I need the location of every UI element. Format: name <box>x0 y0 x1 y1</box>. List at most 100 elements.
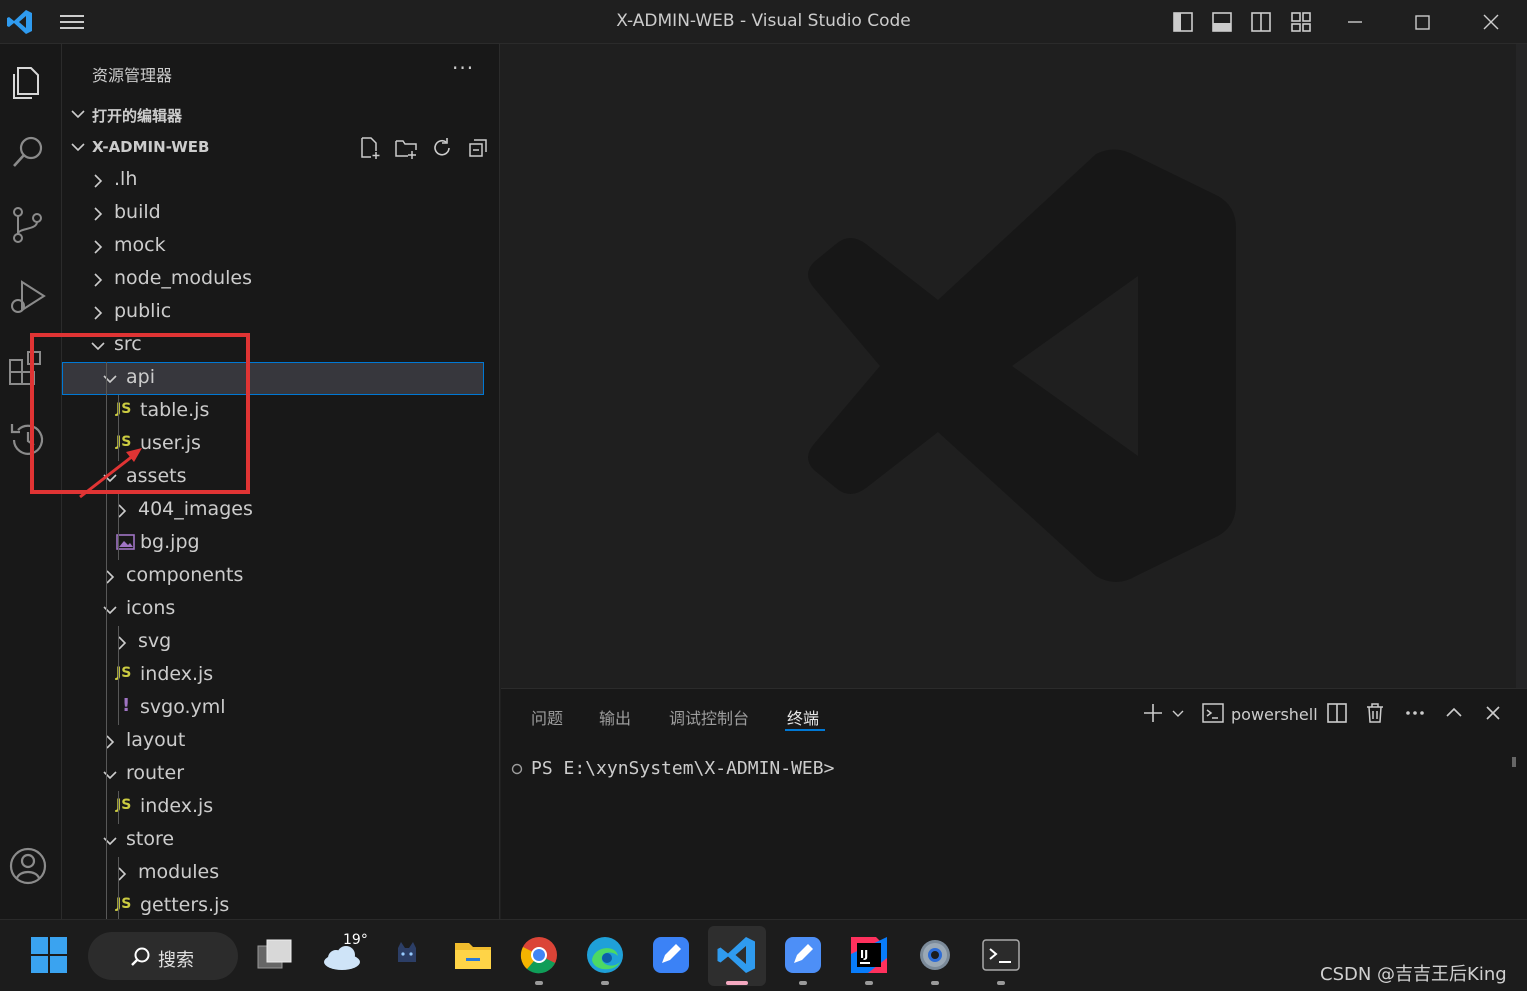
tree-folder-row[interactable]: mock <box>62 230 484 263</box>
weather-temperature: 19° <box>343 932 368 948</box>
more-actions-icon[interactable] <box>1403 701 1427 725</box>
new-terminal-icon[interactable] <box>1141 701 1165 725</box>
settings-icon[interactable] <box>914 934 956 976</box>
tree-item-label: mock <box>114 234 166 256</box>
chevron-down-icon <box>70 106 86 122</box>
project-label: X-ADMIN-WEB <box>92 138 210 156</box>
running-indicator <box>601 981 609 985</box>
terminal-prompt[interactable]: PS E:\xynSystem\X-ADMIN-WEB> <box>531 758 834 779</box>
tab-problems[interactable]: 问题 <box>531 705 563 729</box>
taskbar: 搜索 19° IJ CSDN @吉吉王后King <box>0 919 1527 991</box>
tree-folder-row[interactable]: public <box>62 296 484 329</box>
source-control-icon[interactable] <box>6 202 50 246</box>
open-editors-section[interactable]: 打开的编辑器 <box>62 100 499 130</box>
running-indicator <box>535 981 543 985</box>
chevron-right-icon <box>90 305 106 321</box>
windows-start-icon[interactable] <box>28 934 70 976</box>
title-bar: X-ADMIN-WEB - Visual Studio Code <box>0 0 1527 44</box>
customize-layout-icon[interactable] <box>1289 10 1313 34</box>
active-indicator <box>726 981 748 985</box>
tree-folder-row[interactable]: router <box>62 758 484 791</box>
tab-output[interactable]: 输出 <box>599 705 631 729</box>
taskbar-search[interactable]: 搜索 <box>88 932 238 980</box>
terminal-icon[interactable] <box>980 934 1022 976</box>
layout-sidebar-icon[interactable] <box>1171 10 1195 34</box>
tree-item-label: icons <box>126 597 176 619</box>
chevron-down-icon <box>102 602 118 618</box>
tree-item-label: components <box>126 564 244 586</box>
split-terminal-icon[interactable] <box>1325 701 1349 725</box>
tree-item-label: getters.js <box>140 894 230 916</box>
tree-item-label: .lh <box>114 168 138 190</box>
chevron-right-icon <box>114 503 130 519</box>
tree-item-label: bg.jpg <box>140 531 200 553</box>
chevron-right-icon <box>102 734 118 750</box>
chevron-down-icon[interactable] <box>1171 707 1185 721</box>
chevron-down-icon <box>70 139 86 155</box>
cat-app-icon[interactable] <box>386 934 428 976</box>
running-indicator <box>931 981 939 985</box>
tab-debug-console[interactable]: 调试控制台 <box>669 705 749 729</box>
file-explorer-icon[interactable] <box>452 934 494 976</box>
file-tree: .lh build mock node_modules public src api JS ta… <box>62 164 499 919</box>
tree-item-label: router <box>126 762 185 784</box>
terminal-scrollbar[interactable] <box>1512 757 1516 767</box>
tree-item-label: modules <box>138 861 220 883</box>
tree-folder-row[interactable]: build <box>62 197 484 230</box>
tree-folder-row[interactable]: icons <box>62 593 484 626</box>
layout-panel-icon[interactable] <box>1210 10 1234 34</box>
tree-folder-row[interactable]: layout <box>62 725 484 758</box>
tree-item-label: svgo.yml <box>140 696 226 718</box>
tree-folder-row[interactable]: svg <box>62 626 484 659</box>
maximize-panel-icon[interactable] <box>1442 701 1466 725</box>
chrome-icon[interactable] <box>518 934 560 976</box>
task-view-icon[interactable] <box>254 934 296 976</box>
tab-terminal[interactable]: 终端 <box>787 705 819 729</box>
refresh-icon[interactable] <box>430 136 454 160</box>
running-indicator <box>799 981 807 985</box>
note-app-2-icon[interactable] <box>782 934 824 976</box>
tree-file-row[interactable]: JS index.js <box>62 791 484 824</box>
tree-folder-row[interactable]: components <box>62 560 484 593</box>
intellij-icon[interactable]: IJ <box>848 934 890 976</box>
note-app-icon[interactable] <box>650 934 692 976</box>
new-file-icon[interactable] <box>358 136 382 160</box>
tree-folder-row[interactable]: modules <box>62 857 484 890</box>
collapse-all-icon[interactable] <box>466 136 490 160</box>
minimize-icon[interactable] <box>1343 10 1367 34</box>
vscode-icon[interactable] <box>716 934 758 976</box>
search-icon[interactable] <box>6 130 50 174</box>
bottom-panel: 问题 输出 调试控制台 终端 powershell PS E:\xynSyste… <box>501 688 1527 919</box>
editor-scrollbar[interactable] <box>1516 44 1527 688</box>
chevron-right-icon <box>90 272 106 288</box>
explorer-title: 资源管理器 <box>92 66 173 85</box>
active-tab-indicator <box>785 729 825 731</box>
chevron-right-icon <box>90 206 106 222</box>
vscode-watermark-icon <box>806 148 1236 584</box>
terminal-status-circle-icon <box>511 763 523 775</box>
close-panel-icon[interactable] <box>1481 701 1505 725</box>
running-indicator <box>997 981 1005 985</box>
explorer-icon[interactable] <box>6 58 50 102</box>
tree-item-label: store <box>126 828 175 850</box>
run-debug-icon[interactable] <box>6 274 50 318</box>
tree-folder-row[interactable]: node_modules <box>62 263 484 296</box>
layout-secondary-icon[interactable] <box>1249 10 1273 34</box>
trash-icon[interactable] <box>1363 701 1387 725</box>
tree-item-label: index.js <box>140 663 214 685</box>
account-icon[interactable] <box>6 844 50 888</box>
tree-item-label: layout <box>126 729 186 751</box>
tree-file-row[interactable]: bg.jpg <box>62 527 484 560</box>
edge-icon[interactable] <box>584 934 626 976</box>
close-icon[interactable] <box>1479 10 1503 34</box>
tree-item-label: node_modules <box>114 267 253 289</box>
more-actions-icon[interactable]: ··· <box>452 56 474 80</box>
tree-file-row[interactable]: JS index.js <box>62 659 484 692</box>
terminal-shell-label[interactable]: powershell <box>1231 705 1318 724</box>
maximize-icon[interactable] <box>1410 10 1434 34</box>
tree-folder-row[interactable]: store <box>62 824 484 857</box>
new-folder-icon[interactable] <box>394 136 418 160</box>
tree-file-row[interactable]: ! svgo.yml <box>62 692 484 725</box>
tree-file-row[interactable]: JS getters.js <box>62 890 484 919</box>
tree-folder-row[interactable]: .lh <box>62 164 484 197</box>
